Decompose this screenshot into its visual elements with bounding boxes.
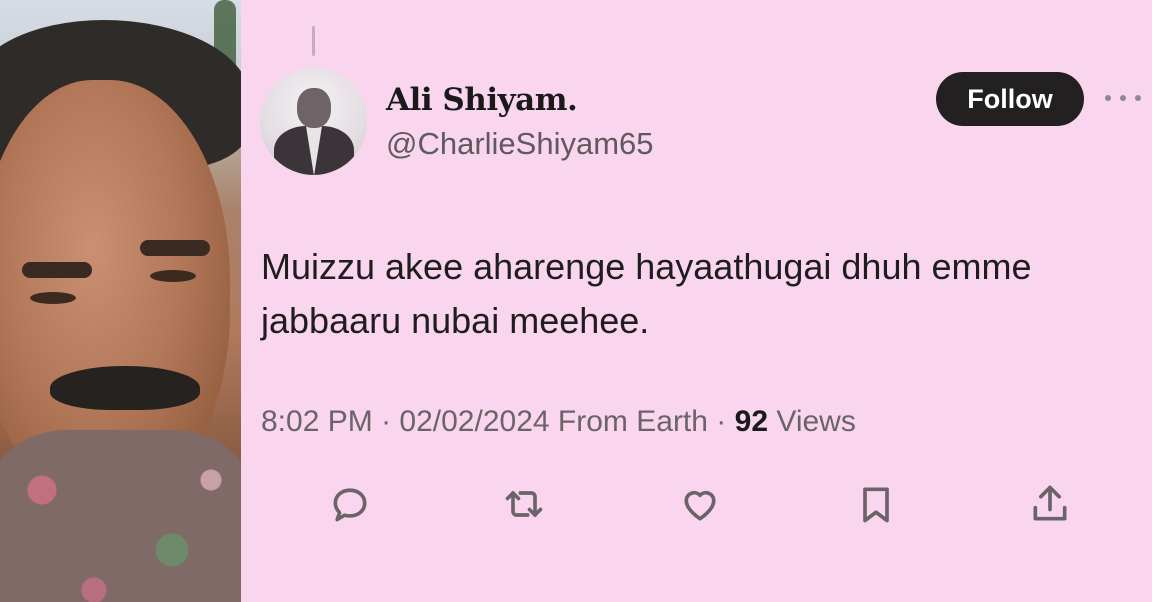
- tweet-date[interactable]: 02/02/2024: [399, 405, 549, 438]
- meta-separator: ·: [381, 405, 392, 438]
- thread-line: [312, 26, 315, 56]
- user-handle[interactable]: @CharlieShiyam65: [386, 126, 654, 162]
- retweet-icon[interactable]: [500, 480, 548, 528]
- avatar[interactable]: [260, 68, 367, 175]
- tweet-text-line: jabbaaru nubai meehee.: [261, 300, 650, 341]
- bookmark-icon[interactable]: [852, 480, 900, 528]
- views-label: Views: [776, 405, 856, 438]
- action-bar: [0, 480, 1152, 530]
- photo-mustache: [50, 366, 200, 410]
- tweet-time[interactable]: 8:02 PM: [261, 405, 373, 438]
- views-count: 92: [734, 405, 769, 438]
- like-icon[interactable]: [676, 480, 724, 528]
- follow-button[interactable]: Follow: [936, 72, 1084, 126]
- tweet-text: Muizzu akee aharenge hayaathugai dhuh em…: [261, 240, 1141, 348]
- share-icon[interactable]: [1026, 480, 1074, 528]
- tweet-meta: 8:02 PM · 02/02/2024 From Earth · 92 Vie…: [261, 405, 856, 439]
- meta-separator: ·: [716, 405, 727, 438]
- tweet-text-line: Muizzu akee aharenge hayaathugai dhuh em…: [261, 246, 1032, 287]
- tweet-source: From Earth: [557, 405, 708, 438]
- display-name[interactable]: Ali Shiyam.: [386, 82, 578, 118]
- photo-eye-left: [30, 292, 76, 304]
- photo-eye-right: [150, 270, 196, 282]
- photo-brow-right: [140, 240, 210, 256]
- more-options-icon[interactable]: [1105, 88, 1141, 108]
- reply-icon[interactable]: [326, 480, 374, 528]
- photo-brow-left: [22, 262, 92, 278]
